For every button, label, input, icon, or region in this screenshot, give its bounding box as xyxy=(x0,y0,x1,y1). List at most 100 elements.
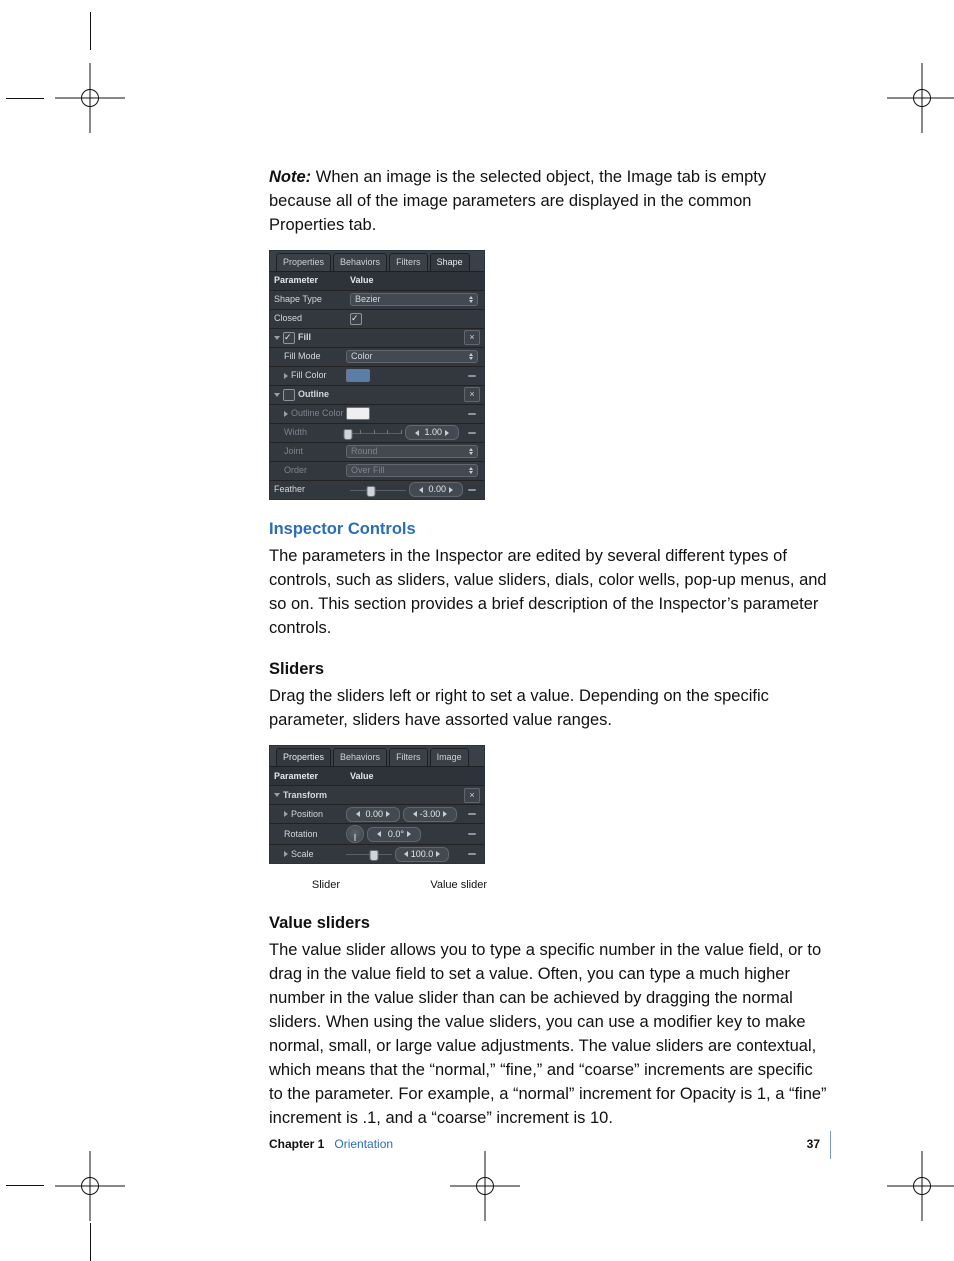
param-feather: Feather xyxy=(270,483,350,496)
note-paragraph: Note: When an image is the selected obje… xyxy=(269,166,831,238)
crop-mark xyxy=(6,98,44,99)
param-scale[interactable]: Scale xyxy=(270,848,346,861)
param-position[interactable]: Position xyxy=(270,808,346,821)
scale-value: 100.0 xyxy=(411,848,434,861)
chevron-left-icon xyxy=(419,487,423,493)
param-menu-icon[interactable] xyxy=(466,853,478,856)
param-transform-group[interactable]: Transform xyxy=(270,789,350,802)
param-width: Width xyxy=(270,426,346,439)
joint-value: Round xyxy=(351,445,378,458)
param-outline-label: Outline xyxy=(298,388,329,401)
col-header-parameter: Parameter xyxy=(270,770,350,783)
tab-behaviors[interactable]: Behaviors xyxy=(333,748,387,766)
tab-filters[interactable]: Filters xyxy=(389,748,428,766)
chevron-left-icon xyxy=(356,811,360,817)
note-text: When an image is the selected object, th… xyxy=(269,168,766,234)
outline-color-well[interactable] xyxy=(346,407,370,420)
figure-shape-inspector: Properties Behaviors Filters Shape Param… xyxy=(269,250,485,500)
param-outline-color[interactable]: Outline Color xyxy=(270,407,346,420)
footer-page-number: 37 xyxy=(807,1136,820,1153)
crop-mark xyxy=(90,12,91,50)
position-y-value: -3.00 xyxy=(420,808,441,821)
width-value-slider[interactable]: 1.00 xyxy=(405,425,459,440)
reset-button[interactable]: × xyxy=(464,788,480,803)
tab-shape[interactable]: Shape xyxy=(430,253,470,271)
registration-mark xyxy=(887,1151,954,1221)
footer-divider xyxy=(830,1131,831,1159)
tab-bar: Properties Behaviors Filters Shape xyxy=(270,251,484,272)
param-menu-icon[interactable] xyxy=(466,488,478,491)
fill-mode-value: Color xyxy=(351,350,373,363)
tab-behaviors[interactable]: Behaviors xyxy=(333,253,387,271)
heading-sliders: Sliders xyxy=(269,658,831,682)
disclosure-right-icon xyxy=(284,851,288,857)
rotation-value: 0.0° xyxy=(384,828,404,841)
fill-color-well[interactable] xyxy=(346,369,370,382)
param-menu-icon[interactable] xyxy=(466,813,478,816)
chevron-left-icon xyxy=(404,851,408,857)
chevron-right-icon xyxy=(445,430,449,436)
position-y-value-slider[interactable]: -3.00 xyxy=(403,807,457,822)
param-menu-icon[interactable] xyxy=(466,412,478,415)
param-fill-group[interactable]: Fill xyxy=(270,331,350,344)
reset-button[interactable]: × xyxy=(464,330,480,345)
crop-mark xyxy=(6,1185,44,1186)
chevron-left-icon xyxy=(415,430,419,436)
footer-chapter-name: Orientation xyxy=(334,1136,393,1153)
registration-mark xyxy=(450,1151,520,1221)
closed-checkbox[interactable] xyxy=(350,313,362,325)
width-value: 1.00 xyxy=(422,426,442,439)
registration-mark xyxy=(887,63,954,133)
param-fill-color[interactable]: Fill Color xyxy=(270,369,346,382)
param-fill-mode: Fill Mode xyxy=(270,350,346,363)
joint-dropdown[interactable]: Round xyxy=(346,445,478,458)
feather-value: 0.00 xyxy=(426,483,446,496)
position-x-value: 0.00 xyxy=(363,808,383,821)
caption-value-slider: Value slider xyxy=(380,878,487,894)
rotation-value-slider[interactable]: 0.0° xyxy=(367,827,421,842)
position-x-value-slider[interactable]: 0.00 xyxy=(346,807,400,822)
rotation-dial[interactable] xyxy=(346,825,364,843)
chevron-right-icon xyxy=(386,811,390,817)
chevron-right-icon xyxy=(443,811,447,817)
feather-value-slider[interactable]: 0.00 xyxy=(409,482,463,497)
chevron-left-icon xyxy=(377,831,381,837)
fill-mode-dropdown[interactable]: Color xyxy=(346,350,478,363)
param-scale-label: Scale xyxy=(291,848,314,861)
tab-properties[interactable]: Properties xyxy=(276,253,331,271)
tab-bar: Properties Behaviors Filters Image xyxy=(270,746,484,767)
param-menu-icon[interactable] xyxy=(466,374,478,377)
param-outline-color-label: Outline Color xyxy=(291,407,344,420)
param-outline-group[interactable]: Outline xyxy=(270,388,350,401)
page-footer: Chapter 1 Orientation 37 xyxy=(269,1131,831,1159)
tab-filters[interactable]: Filters xyxy=(389,253,428,271)
order-dropdown[interactable]: Over Fill xyxy=(346,464,478,477)
body-value-sliders: The value slider allows you to type a sp… xyxy=(269,939,831,1130)
disclosure-down-icon xyxy=(274,336,280,340)
disclosure-right-icon xyxy=(284,811,288,817)
param-position-label: Position xyxy=(291,808,323,821)
tab-properties[interactable]: Properties xyxy=(276,748,331,766)
param-menu-icon[interactable] xyxy=(466,431,478,434)
heading-inspector-controls: Inspector Controls xyxy=(269,518,831,542)
shape-type-dropdown[interactable]: Bezier xyxy=(350,293,478,306)
reset-button[interactable]: × xyxy=(464,387,480,402)
disclosure-right-icon xyxy=(284,411,288,417)
body-sliders: Drag the sliders left or right to set a … xyxy=(269,685,831,733)
chevron-right-icon xyxy=(407,831,411,837)
col-header-parameter: Parameter xyxy=(270,274,350,287)
width-slider[interactable] xyxy=(346,430,402,436)
feather-slider[interactable] xyxy=(350,487,406,493)
tab-image[interactable]: Image xyxy=(430,748,469,766)
disclosure-down-icon xyxy=(274,393,280,397)
scale-value-slider[interactable]: 100.0 xyxy=(395,847,449,862)
param-menu-icon[interactable] xyxy=(466,833,478,836)
col-header-value: Value xyxy=(350,274,480,287)
fill-checkbox[interactable] xyxy=(283,332,295,344)
shape-type-value: Bezier xyxy=(355,293,381,306)
disclosure-down-icon xyxy=(274,793,280,797)
outline-checkbox[interactable] xyxy=(283,389,295,401)
param-joint: Joint xyxy=(270,445,346,458)
scale-slider[interactable] xyxy=(346,851,392,857)
param-closed: Closed xyxy=(270,312,350,325)
